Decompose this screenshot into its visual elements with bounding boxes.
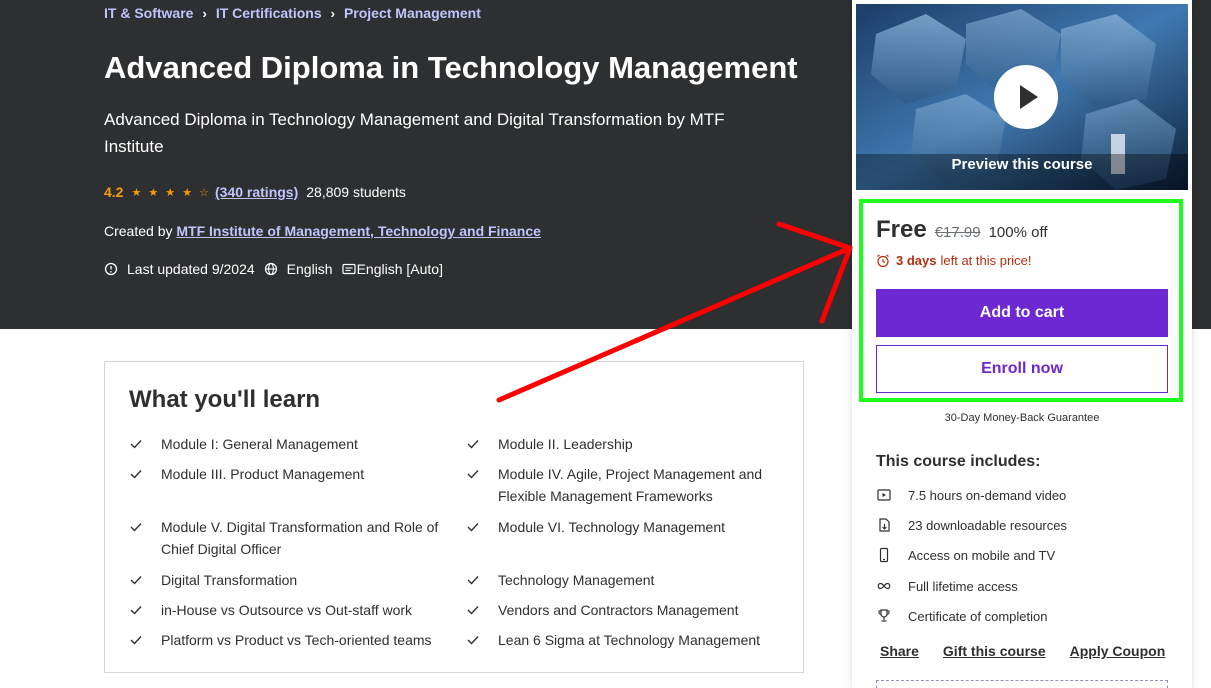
- breadcrumb-it-software[interactable]: IT & Software: [104, 5, 193, 21]
- list-item: Module IV. Agile, Project Management and…: [467, 463, 773, 507]
- breadcrumb-it-certifications[interactable]: IT Certifications: [216, 5, 322, 21]
- check-icon: [467, 440, 479, 449]
- created-by-label: Created by: [104, 223, 177, 239]
- check-icon: [130, 440, 142, 449]
- what-youll-learn: What you'll learn Module I: General Mana…: [104, 361, 804, 673]
- last-updated-text: Last updated 9/2024: [127, 261, 255, 277]
- timer-text: left at this price!: [940, 253, 1032, 268]
- captions-text: English [Auto]: [356, 261, 443, 277]
- check-icon: [467, 470, 479, 479]
- alert-badge-icon: [104, 262, 118, 276]
- list-item: Module II. Leadership: [467, 433, 798, 455]
- students-count: 28,809 students: [306, 184, 406, 200]
- add-to-cart-button[interactable]: Add to cart: [876, 289, 1168, 337]
- breadcrumb-project-management[interactable]: Project Management: [344, 5, 481, 21]
- check-icon: [130, 606, 142, 615]
- check-icon: [467, 523, 479, 532]
- list-item: Module III. Product Management: [130, 463, 461, 485]
- list-item: Certificate of completion: [876, 608, 1047, 624]
- share-link[interactable]: Share: [880, 643, 919, 659]
- rating-value: 4.2: [104, 184, 124, 200]
- check-icon: [130, 523, 142, 532]
- check-icon: [467, 636, 479, 645]
- action-links: Share Gift this course Apply Coupon: [880, 643, 1165, 659]
- last-updated: Last updated 9/2024: [104, 261, 255, 277]
- gift-course-link[interactable]: Gift this course: [943, 643, 1046, 659]
- chevron-right-icon: ›: [202, 5, 207, 21]
- infinity-icon: [877, 582, 891, 590]
- breadcrumb: IT & Software › IT Certifications › Proj…: [104, 4, 481, 22]
- original-price: €17.99: [934, 224, 981, 241]
- discount-percent: 100% off: [988, 224, 1048, 241]
- list-item: Technology Management: [467, 569, 798, 591]
- check-icon: [130, 636, 142, 645]
- learn-title: What you'll learn: [129, 386, 321, 413]
- rating-row: 4.2 ★ ★ ★ ★ ☆ (340 ratings) 28,809 stude…: [104, 184, 406, 200]
- list-item: Full lifetime access: [876, 578, 1018, 594]
- price-row: Free €17.99 100% off: [876, 216, 1048, 244]
- price-timer: 3 days left at this price!: [876, 253, 1032, 268]
- video-icon: [877, 489, 891, 501]
- captions: English [Auto]: [341, 261, 443, 277]
- mobile-icon: [879, 547, 889, 563]
- list-item: in-House vs Outsource vs Out-staff work: [130, 599, 461, 621]
- star-rating-icon: ★ ★ ★ ★ ☆: [131, 186, 211, 199]
- preview-label: Preview this course: [951, 156, 1093, 173]
- timer-days: 3 days: [896, 253, 937, 268]
- globe-icon: [264, 262, 277, 276]
- language-text: English: [286, 261, 333, 277]
- list-item: Module V. Digital Transformation and Rol…: [130, 516, 446, 560]
- course-title: Advanced Diploma in Technology Managemen…: [104, 50, 798, 85]
- apply-coupon-link[interactable]: Apply Coupon: [1070, 643, 1166, 659]
- course-meta: Last updated 9/2024 English English [Aut…: [104, 261, 452, 277]
- list-item: Module I: General Management: [130, 433, 461, 455]
- play-button[interactable]: [994, 65, 1058, 129]
- list-item: 7.5 hours on-demand video: [876, 487, 1066, 503]
- course-subtitle: Advanced Diploma in Technology Managemen…: [104, 110, 725, 156]
- alarm-clock-icon: [877, 254, 889, 267]
- coupon-box: [876, 680, 1168, 688]
- play-icon: [1020, 85, 1038, 109]
- list-item: Digital Transformation: [130, 569, 461, 591]
- ratings-count-link[interactable]: (340 ratings): [215, 184, 298, 200]
- current-price: Free: [876, 216, 927, 243]
- list-item: Module VI. Technology Management: [467, 516, 798, 538]
- money-back-guarantee: 30-Day Money-Back Guarantee: [944, 412, 1100, 424]
- check-icon: [130, 470, 142, 479]
- check-icon: [130, 576, 142, 585]
- includes-title: This course includes:: [876, 453, 1041, 470]
- list-item: Access on mobile and TV: [876, 547, 1055, 563]
- list-item: Lean 6 Sigma at Technology Management: [467, 629, 798, 651]
- creator-row: Created by MTF Institute of Management, …: [104, 223, 541, 239]
- instructor-link[interactable]: MTF Institute of Management, Technology …: [176, 223, 541, 239]
- check-icon: [467, 606, 479, 615]
- check-icon: [467, 576, 479, 585]
- purchase-sidebar: Preview this course Free €17.99 100% off…: [852, 0, 1192, 688]
- list-item: 23 downloadable resources: [876, 517, 1067, 533]
- chevron-right-icon: ›: [330, 5, 335, 21]
- trophy-icon: [878, 609, 890, 622]
- list-item: Platform vs Product vs Tech-oriented tea…: [130, 629, 461, 651]
- language: English: [264, 261, 333, 277]
- closed-captions-icon: [341, 263, 356, 275]
- course-preview[interactable]: Preview this course: [856, 4, 1188, 190]
- list-item: Vendors and Contractors Management: [467, 599, 798, 621]
- download-file-icon: [879, 518, 890, 532]
- enroll-now-button[interactable]: Enroll now: [876, 345, 1168, 393]
